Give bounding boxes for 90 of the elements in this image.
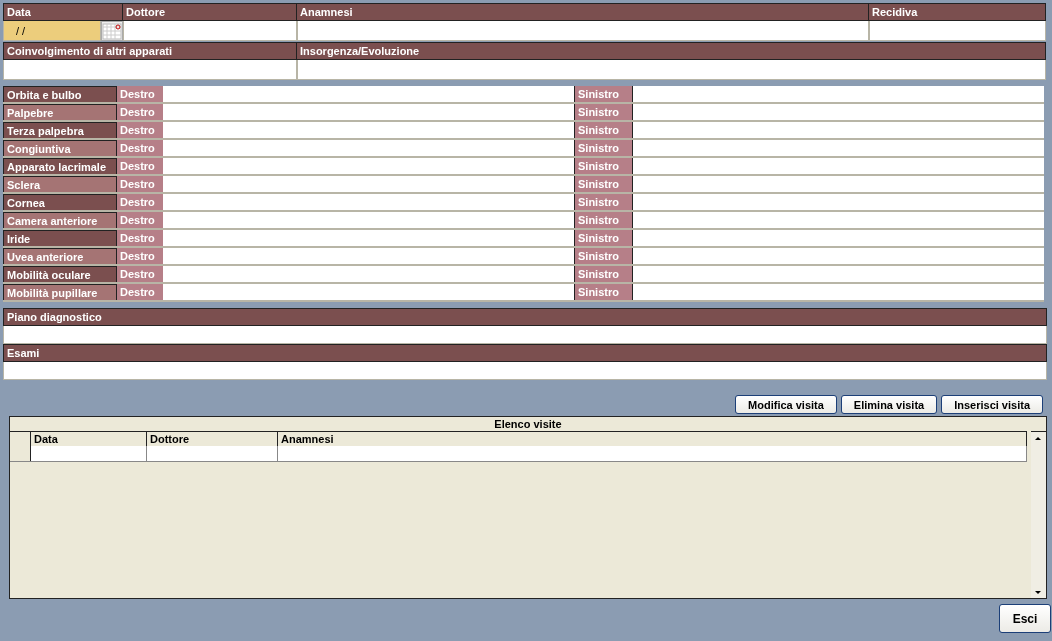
- side-label: Destro: [117, 140, 163, 156]
- column-header: Data: [3, 3, 123, 21]
- section-header: Piano diagnostico: [3, 308, 1047, 326]
- side-label: Destro: [117, 212, 163, 228]
- column-header: Data: [31, 432, 147, 446]
- text-field[interactable]: [163, 212, 574, 228]
- side-label: Sinistro: [574, 230, 633, 246]
- exam-label: Terza palpebra: [3, 122, 117, 138]
- action-button[interactable]: Inserisci visita: [941, 395, 1043, 414]
- side-label: Destro: [117, 86, 163, 102]
- text-field[interactable]: [633, 86, 1044, 102]
- text-field[interactable]: [633, 176, 1044, 192]
- exam-label: Apparato lacrimale: [3, 158, 117, 174]
- side-label: Sinistro: [574, 158, 633, 174]
- side-label: Sinistro: [574, 212, 633, 228]
- text-field[interactable]: [633, 104, 1044, 120]
- text-field[interactable]: [869, 21, 1046, 41]
- action-button[interactable]: Elimina visita: [840, 395, 938, 414]
- side-label: Destro: [117, 194, 163, 210]
- side-label: Destro: [117, 122, 163, 138]
- field-header: Coinvolgimento di altri apparati: [3, 42, 297, 60]
- exam-label: Congiuntiva: [3, 140, 117, 156]
- text-field[interactable]: [633, 284, 1044, 300]
- text-field[interactable]: [163, 104, 574, 120]
- exam-label: Mobilità oculare: [3, 266, 117, 282]
- text-field[interactable]: [163, 122, 574, 138]
- side-label: Destro: [117, 230, 163, 246]
- calendar-icon: [102, 22, 122, 40]
- side-label: Sinistro: [574, 104, 633, 120]
- text-field[interactable]: [633, 122, 1044, 138]
- text-field[interactable]: [163, 194, 574, 210]
- side-label: Sinistro: [574, 248, 633, 264]
- text-field[interactable]: [163, 140, 574, 156]
- text-field[interactable]: [163, 176, 574, 192]
- column-header: Anamnesi: [297, 3, 869, 21]
- side-label: Destro: [117, 176, 163, 192]
- exam-label: Iride: [3, 230, 117, 246]
- side-label: Sinistro: [574, 194, 633, 210]
- side-label: Sinistro: [574, 176, 633, 192]
- exam-label: Cornea: [3, 194, 117, 210]
- text-field[interactable]: [3, 326, 1047, 344]
- table-cell[interactable]: [278, 446, 1027, 461]
- text-field[interactable]: [633, 248, 1044, 264]
- date-field[interactable]: / /: [3, 21, 101, 41]
- side-label: Destro: [117, 104, 163, 120]
- text-field[interactable]: [163, 248, 574, 264]
- side-label: Sinistro: [574, 284, 633, 300]
- column-header: Recidiva: [869, 3, 1046, 21]
- field-header: Insorgenza/Evoluzione: [297, 42, 1046, 60]
- side-label: Destro: [117, 266, 163, 282]
- column-header: Anamnesi: [278, 432, 1027, 446]
- side-label: Destro: [117, 248, 163, 264]
- text-field[interactable]: [3, 362, 1047, 380]
- exit-button[interactable]: Esci: [999, 604, 1051, 633]
- text-field[interactable]: [633, 212, 1044, 228]
- text-field[interactable]: [633, 158, 1044, 174]
- column-header: Dottore: [147, 432, 278, 446]
- text-field[interactable]: [633, 194, 1044, 210]
- exam-label: Sclera: [3, 176, 117, 192]
- text-field[interactable]: [163, 266, 574, 282]
- text-field[interactable]: [633, 140, 1044, 156]
- table-cell[interactable]: [147, 446, 278, 461]
- text-field[interactable]: [163, 284, 574, 300]
- exam-label: Palpebre: [3, 104, 117, 120]
- side-label: Destro: [117, 284, 163, 300]
- exam-label: Mobilità pupillare: [3, 284, 117, 300]
- text-field[interactable]: [163, 158, 574, 174]
- action-button[interactable]: Modifica visita: [735, 395, 837, 414]
- side-label: Sinistro: [574, 140, 633, 156]
- text-field[interactable]: [163, 86, 574, 102]
- text-field[interactable]: [297, 21, 869, 41]
- panel-title: Elenco visite: [493, 417, 563, 431]
- side-label: Sinistro: [574, 122, 633, 138]
- text-field[interactable]: [163, 230, 574, 246]
- section-header: Esami: [3, 344, 1047, 362]
- exam-label: Uvea anteriore: [3, 248, 117, 264]
- side-label: Sinistro: [574, 266, 633, 282]
- exam-label: Camera anteriore: [3, 212, 117, 228]
- scrollbar[interactable]: [1031, 431, 1046, 598]
- text-field[interactable]: [297, 60, 1046, 80]
- side-label: Destro: [117, 158, 163, 174]
- text-field[interactable]: [633, 230, 1044, 246]
- table-cell[interactable]: [31, 446, 147, 461]
- side-label: Sinistro: [574, 86, 633, 102]
- text-field[interactable]: [3, 60, 297, 80]
- text-field[interactable]: [633, 266, 1044, 282]
- calendar-button[interactable]: [101, 21, 123, 41]
- exam-label: Orbita e bulbo: [3, 86, 117, 102]
- text-field[interactable]: [123, 21, 297, 41]
- column-header: Dottore: [123, 3, 297, 21]
